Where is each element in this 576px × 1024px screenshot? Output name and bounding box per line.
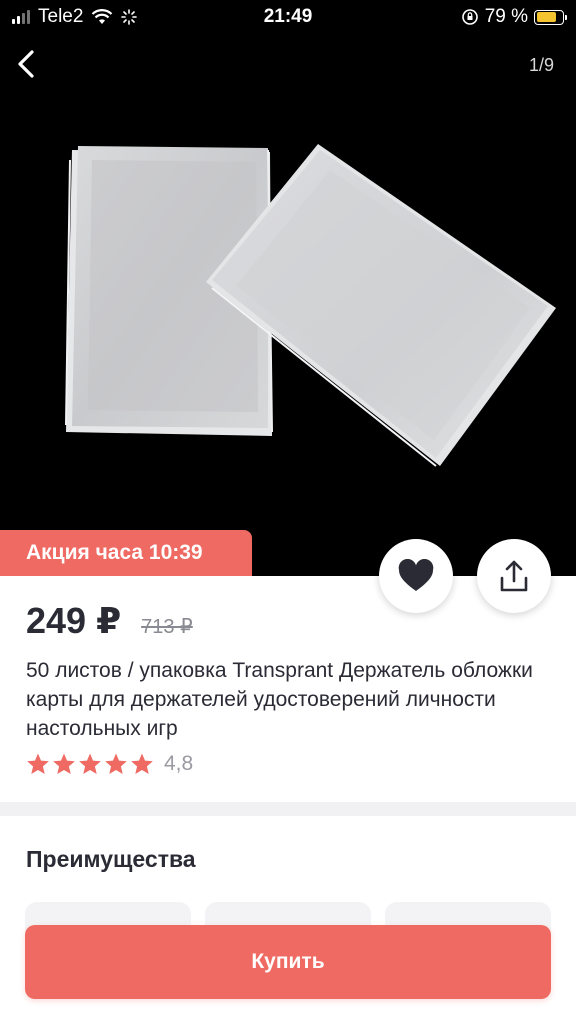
old-price: 713 ₽ [141,616,193,638]
star-icon [131,753,153,774]
heart-icon [398,559,434,591]
product-title: 50 листов / упаковка Transprant Держател… [26,659,533,740]
gallery-page-counter: 1/9 [528,55,554,75]
status-bar: Tele2 21:49 79 % [0,0,576,34]
star-icon [27,753,49,774]
current-price: 249 ₽ [26,600,122,641]
share-button[interactable] [477,539,551,613]
chevron-left-icon [18,50,34,78]
battery-icon [534,9,567,25]
product-image-gallery[interactable]: Tele2 21:49 79 % 1/9 [0,0,576,576]
price-row: 249 ₽ 713 ₽ [26,600,193,642]
status-right: 79 % [461,6,567,28]
star-icon [105,753,127,774]
promo-badge: Акция часа 10:39 [0,530,252,576]
product-rating[interactable]: 4,8 [26,752,193,776]
battery-percent: 79 % [484,6,528,27]
star-icon [79,753,101,774]
orientation-lock-icon [461,9,478,25]
buy-button[interactable]: Купить [25,925,551,999]
share-icon [500,560,528,592]
product-photo [65,144,556,467]
advantages-title: Преимущества [26,846,196,872]
star-icon [53,753,75,774]
rating-value: 4,8 [164,752,194,775]
back-button[interactable] [8,44,48,84]
section-divider [0,802,576,816]
favorite-button[interactable] [379,539,453,613]
